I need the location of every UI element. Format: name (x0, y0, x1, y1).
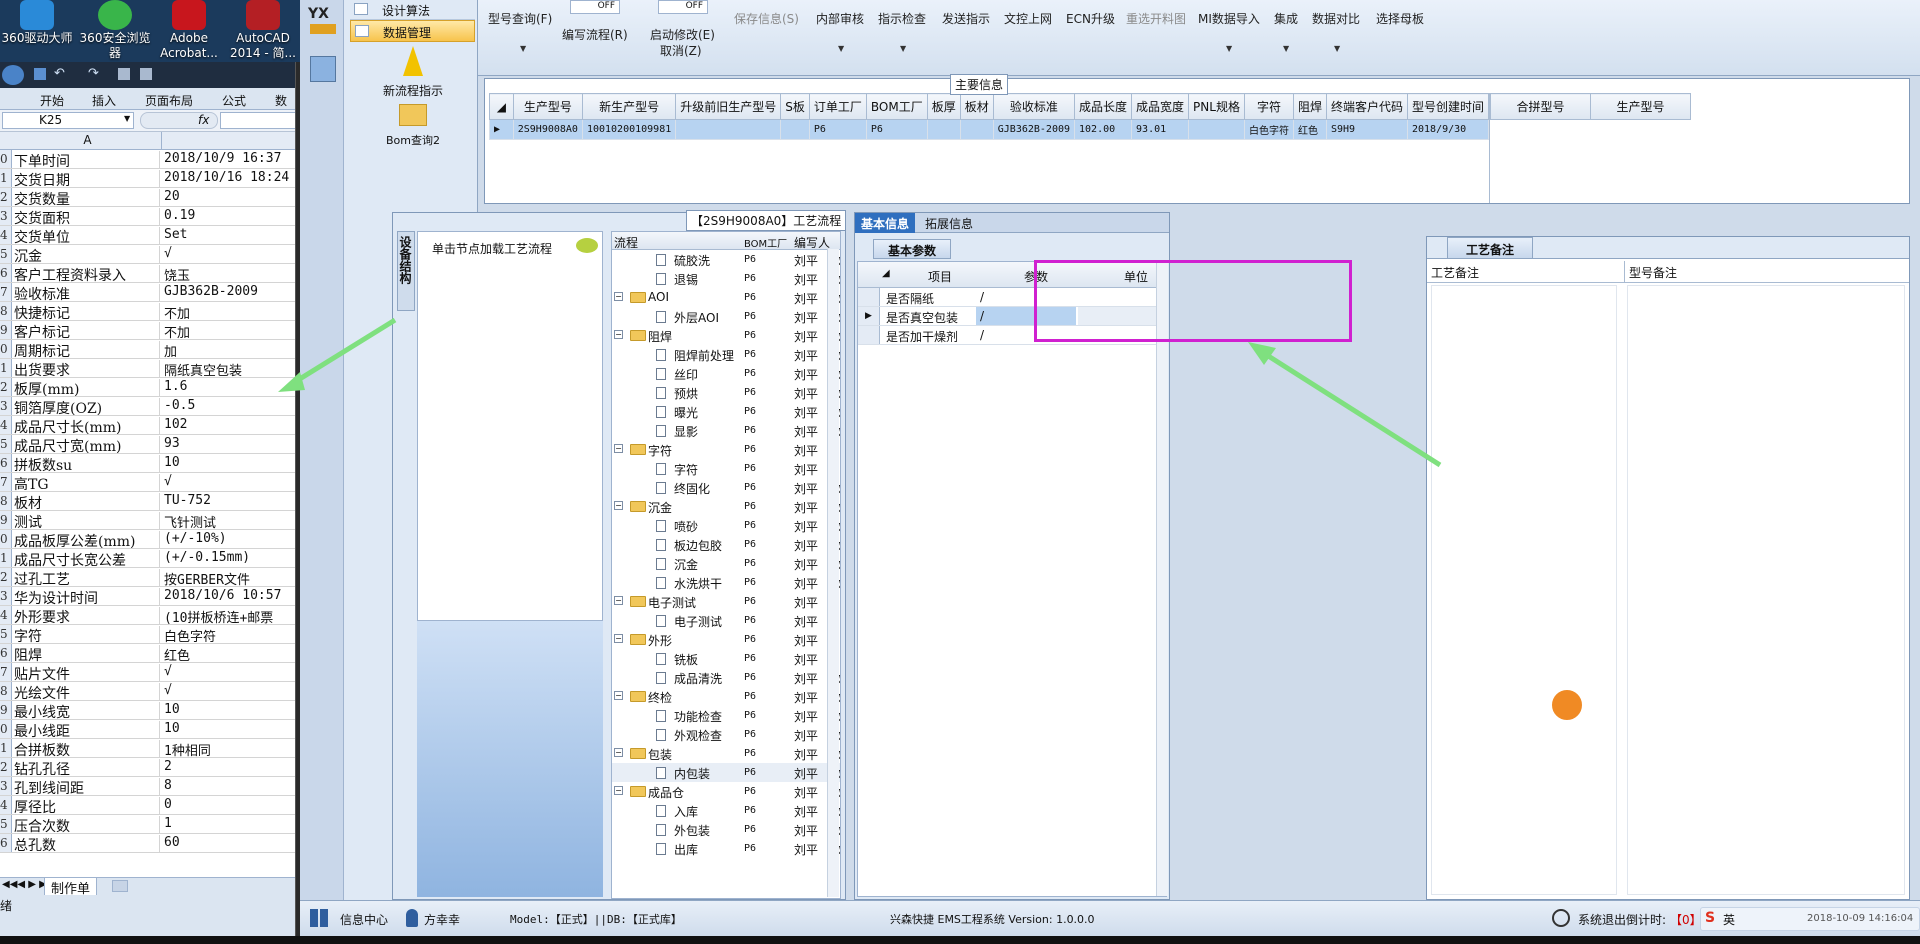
arrow-line-left (288, 317, 397, 388)
sogou-icon: S (1705, 910, 1716, 926)
annotation-arrows (278, 317, 1442, 468)
system-clock: 2018-10-09 14:16:04 (1807, 913, 1914, 924)
app-version: 兴森快捷 EMS工程系统 Version: 1.0.0.0 (890, 913, 1095, 926)
ime-mode[interactable]: 英 (1723, 911, 1735, 928)
taskbar (0, 936, 1920, 944)
ime-toolbar[interactable]: S 英 2018-10-09 14:16:04 (1700, 907, 1920, 931)
info-center-link[interactable]: 信息中心 (340, 911, 388, 928)
grid-icon (310, 909, 328, 927)
arrow-head-left (278, 372, 305, 392)
environment-info: Model:【正式】||DB:【正式库】 (510, 913, 682, 926)
arrow-head-right (1248, 342, 1276, 365)
floating-badge[interactable] (1550, 688, 1584, 722)
logout-countdown-label: 系统退出倒计时: (1578, 913, 1667, 927)
app-status-bar: 信息中心 方幸幸 Model:【正式】||DB:【正式库】 兴森快捷 EMS工程… (300, 900, 1920, 936)
arrow-line-right (1260, 349, 1442, 468)
ems-app-window: YX 设计算法 数据管理 新流程指示 Bom查询2 型号查询(F) ▼ OFF … (278, 0, 1920, 936)
user-icon (406, 909, 418, 927)
clock-icon (1552, 909, 1570, 927)
logout-countdown-value: 【0】 (1670, 913, 1702, 927)
current-user: 方幸幸 (424, 913, 461, 927)
